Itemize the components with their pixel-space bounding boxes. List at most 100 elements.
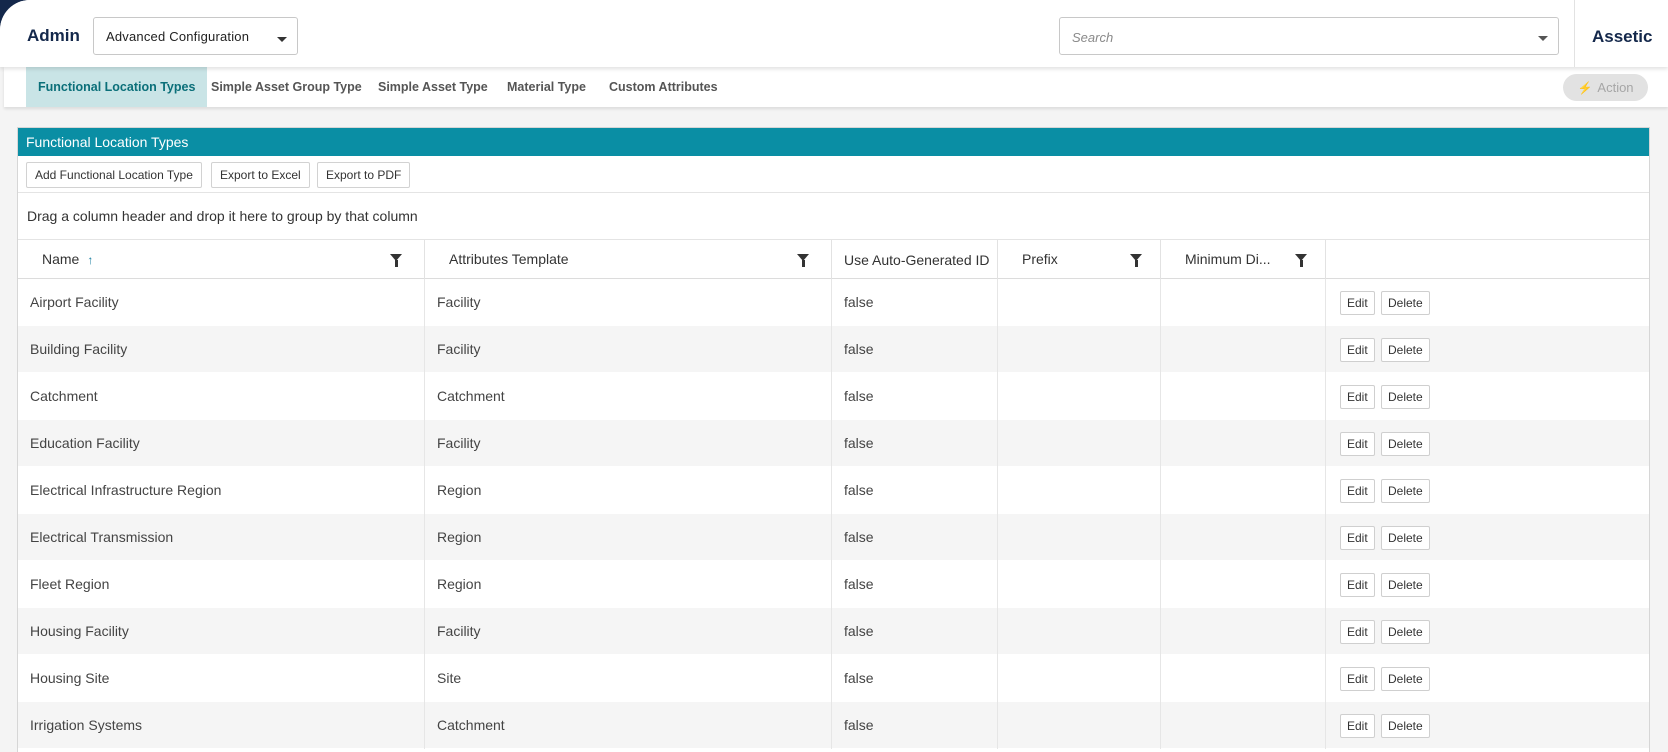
table-row[interactable]: Housing Facility Facility false Edit Delete (18, 608, 1649, 655)
cell-attributes-template: Facility (425, 326, 832, 373)
table-row[interactable]: Building Facility Facility false Edit Delete (18, 326, 1649, 373)
edit-button[interactable]: Edit (1340, 526, 1375, 550)
delete-button[interactable]: Delete (1381, 526, 1430, 550)
brand-logo[interactable]: Assetic (1592, 27, 1652, 47)
delete-button[interactable]: Delete (1381, 479, 1430, 503)
grid-header: Name ↑ Attributes Template Use Auto-Gener… (18, 240, 1649, 279)
cell-actions: Edit Delete (1326, 514, 1651, 561)
delete-button[interactable]: Delete (1381, 573, 1430, 597)
sort-ascending-icon: ↑ (87, 253, 94, 267)
column-header-auto-id[interactable]: Use Auto-Generated ID (832, 240, 998, 279)
edit-button[interactable]: Edit (1340, 385, 1375, 409)
filter-icon[interactable] (797, 254, 809, 267)
cell-attributes-template: Facility (425, 608, 832, 655)
cell-min-digits (1161, 514, 1326, 561)
table-row[interactable]: Education Facility Facility false Edit Delet… (18, 420, 1649, 467)
delete-button[interactable]: Delete (1381, 432, 1430, 456)
grid-toolbar: Add Functional Location Type Export to E… (18, 156, 1649, 193)
chevron-down-icon (277, 37, 287, 42)
cell-name: Electrical Infrastructure Region (18, 467, 425, 514)
delete-button[interactable]: Delete (1381, 667, 1430, 691)
column-header-attributes-template[interactable]: Attributes Template (425, 240, 832, 279)
section-title: Admin (27, 26, 80, 45)
cell-auto-id: false (832, 514, 998, 561)
table-row[interactable]: Irrigation Systems Catchment false Edit Dele… (18, 702, 1649, 749)
configuration-select-value: Advanced Configuration (106, 29, 250, 44)
action-label: Action (1597, 80, 1634, 95)
delete-button[interactable]: Delete (1381, 338, 1430, 362)
export-excel-button[interactable]: Export to Excel (211, 162, 310, 188)
column-auto-id-label: Use Auto-Generated ID (844, 252, 990, 268)
column-header-minimum-digits[interactable]: Minimum Di... (1161, 240, 1326, 279)
cell-attributes-template: Facility (425, 420, 832, 467)
edit-button[interactable]: Edit (1340, 291, 1375, 315)
table-row[interactable]: Airport Facility Facility false Edit Delete (18, 279, 1649, 326)
table-row[interactable]: Electrical Infrastructure Region Region fa… (18, 467, 1649, 514)
configuration-select[interactable]: Advanced Configuration (93, 17, 298, 55)
cell-name: Electrical Transmission (18, 514, 425, 561)
delete-button[interactable]: Delete (1381, 620, 1430, 644)
edit-button[interactable]: Edit (1340, 620, 1375, 644)
group-drop-zone[interactable]: Drag a column header and drop it here to… (18, 193, 1649, 240)
delete-button[interactable]: Delete (1381, 385, 1430, 409)
edit-button[interactable]: Edit (1340, 667, 1375, 691)
edit-button[interactable]: Edit (1340, 338, 1375, 362)
cell-min-digits (1161, 608, 1326, 655)
search-input[interactable] (1072, 27, 1512, 47)
tab-custom-attributes[interactable]: Custom Attributes (597, 67, 730, 107)
cell-name: Education Facility (18, 420, 425, 467)
delete-button[interactable]: Delete (1381, 714, 1430, 738)
cell-name: Irrigation Systems (18, 702, 425, 749)
filter-icon[interactable] (1130, 254, 1142, 267)
column-min-digits-label: Minimum Di... (1185, 251, 1271, 267)
tab-material-type[interactable]: Material Type (495, 67, 598, 107)
column-template-label: Attributes Template (449, 251, 569, 267)
cell-attributes-template: Region (425, 514, 832, 561)
table-row[interactable]: Housing Site Site false Edit Delete (18, 655, 1649, 702)
cell-name: Housing Site (18, 655, 425, 702)
cell-min-digits (1161, 702, 1326, 749)
cell-actions: Edit Delete (1326, 326, 1651, 373)
lightning-icon: ⚡ (1577, 81, 1593, 95)
filter-icon[interactable] (390, 254, 402, 267)
cell-prefix (998, 655, 1161, 702)
cell-actions: Edit Delete (1326, 608, 1651, 655)
search-box[interactable] (1059, 17, 1559, 55)
cell-auto-id: false (832, 561, 998, 608)
edit-button[interactable]: Edit (1340, 573, 1375, 597)
cell-actions: Edit Delete (1326, 373, 1651, 420)
cell-prefix (998, 420, 1161, 467)
cell-actions: Edit Delete (1326, 420, 1651, 467)
export-pdf-button[interactable]: Export to PDF (317, 162, 411, 188)
cell-min-digits (1161, 279, 1326, 326)
action-button[interactable]: ⚡ Action (1563, 74, 1648, 101)
table-row[interactable]: Catchment Catchment false Edit Delete (18, 373, 1649, 420)
edit-button[interactable]: Edit (1340, 479, 1375, 503)
cell-name: Airport Facility (18, 279, 425, 326)
cell-auto-id: false (832, 373, 998, 420)
panel-title: Functional Location Types (18, 128, 1649, 156)
tab-simple-asset-group-type[interactable]: Simple Asset Group Type (199, 67, 374, 107)
table-row[interactable]: Fleet Region Region false Edit Delete (18, 561, 1649, 608)
filter-icon[interactable] (1295, 254, 1307, 267)
chevron-down-icon[interactable] (1538, 36, 1548, 41)
cell-attributes-template: Catchment (425, 373, 832, 420)
cell-auto-id: false (832, 655, 998, 702)
cell-attributes-template: Facility (425, 279, 832, 326)
add-functional-location-type-button[interactable]: Add Functional Location Type (26, 162, 202, 188)
delete-button[interactable]: Delete (1381, 291, 1430, 315)
column-header-name[interactable]: Name ↑ (18, 240, 425, 279)
cell-min-digits (1161, 373, 1326, 420)
table-row[interactable]: Electrical Transmission Region false Edit De… (18, 514, 1649, 561)
cell-name: Building Facility (18, 326, 425, 373)
edit-button[interactable]: Edit (1340, 714, 1375, 738)
column-header-prefix[interactable]: Prefix (998, 240, 1161, 279)
tab-simple-asset-type[interactable]: Simple Asset Type (366, 67, 500, 107)
cell-actions: Edit Delete (1326, 467, 1651, 514)
tab-functional-location-types[interactable]: Functional Location Types (26, 67, 208, 107)
cell-prefix (998, 373, 1161, 420)
cell-prefix (998, 702, 1161, 749)
edit-button[interactable]: Edit (1340, 432, 1375, 456)
column-prefix-label: Prefix (1022, 251, 1058, 267)
cell-actions: Edit Delete (1326, 702, 1651, 749)
